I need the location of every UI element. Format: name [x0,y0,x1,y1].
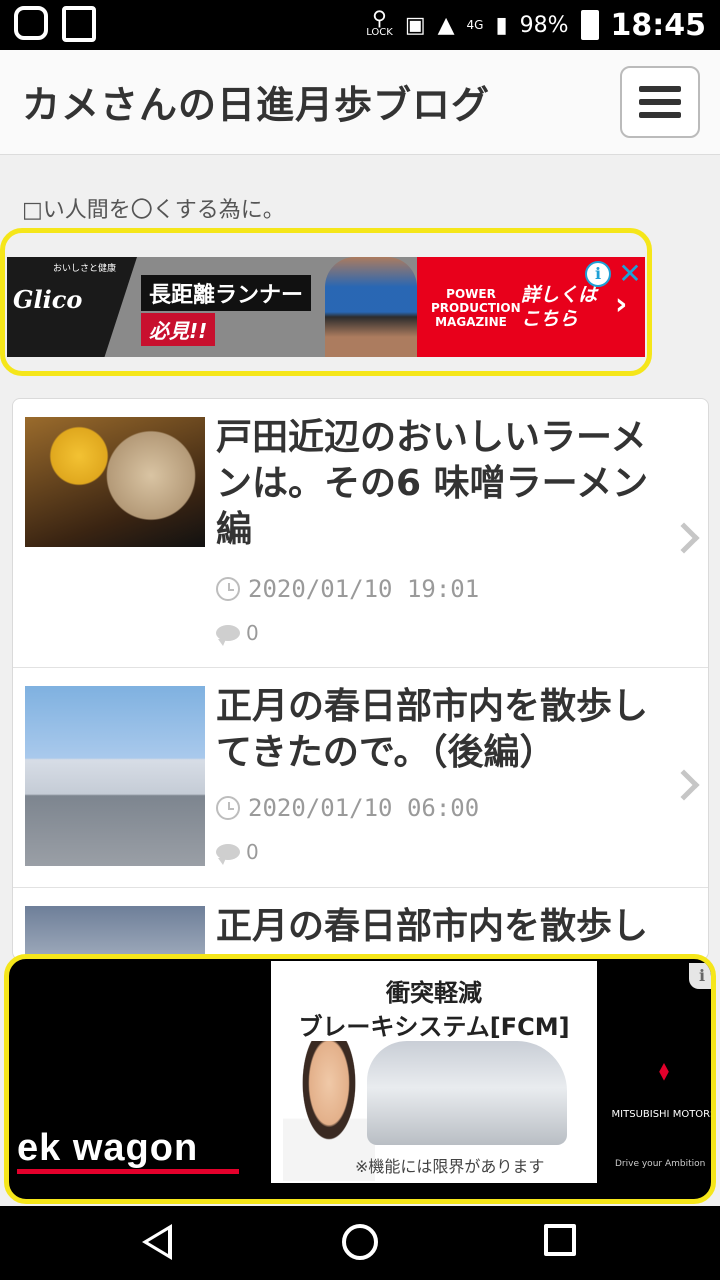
battery-icon [580,10,599,40]
clock-icon [216,577,240,601]
comment-icon [216,625,240,646]
post-date-text: 2020/01/10 06:00 [248,794,480,822]
adchoices-icon[interactable]: i [689,963,711,989]
list-item[interactable]: 正月の春日部市内を散歩してきたので。（後編） 2020/01/10 06:00 … [13,668,708,888]
lock-status: ⚲ LOCK [366,5,393,38]
post-date: 2020/01/10 06:00 [216,794,479,822]
hamburger-icon-bar [639,112,681,118]
back-icon[interactable] [142,1224,172,1260]
comment-count: 0 [246,621,259,645]
clock-icon [216,796,240,820]
chevron-right-icon [668,522,700,554]
ad-creative[interactable]: 衝突軽減 ブレーキシステム[FCM] ※機能には限界があります [271,961,597,1183]
app-notification-icon [14,6,48,40]
site-tagline: □い人間を〇くする為に。 [22,198,285,223]
ad-headline: 衝突軽減 [386,979,482,1007]
ad-brand-small: おいしさと健康 [53,264,117,274]
signal-strength-icon: ▲ [437,12,455,38]
network-label: 4G [466,18,484,32]
list-item[interactable]: 戸田近辺のおいしいラーメンは。その6 味噌ラーメン編 2020/01/10 19… [13,399,708,668]
site-title[interactable]: カメさんの日進月歩ブログ [22,74,490,129]
bars-icon: ▮ [495,12,508,38]
post-list: 戸田近辺のおいしいラーメンは。その6 味噌ラーメン編 2020/01/10 19… [12,398,709,960]
ad-accent-line [17,1169,239,1174]
status-bar: ⚲ LOCK ▣ ▲ 4G ▮ 98% 18:45 [0,0,720,50]
clock-time: 18:45 [610,7,707,43]
post-date: 2020/01/10 19:01 [216,575,479,603]
vibrate-icon: ▣ [404,12,426,38]
post-thumbnail[interactable] [25,417,205,547]
post-title[interactable]: 正月の春日部市内を散歩し [216,904,666,950]
ad-brand-logo: Glico [13,285,83,314]
post-thumbnail[interactable] [25,906,205,959]
calendar-notification-icon [62,6,96,42]
home-icon[interactable] [342,1224,378,1260]
comment-icon [216,844,240,865]
post-title[interactable]: 正月の春日部市内を散歩してきたので。（後編） [216,684,666,776]
ad-creative[interactable]: おいしさと健康 Glico 長距離ランナー 必見!! POWER PRODUCT… [7,257,645,357]
ad-subheadline: 必見!! [141,313,216,346]
mitsubishi-logo-icon [659,1063,669,1081]
ad-cta[interactable]: 詳しくは こちら [521,283,611,331]
ad-car-image [367,1041,567,1145]
close-icon[interactable]: ✕ [615,259,645,289]
site-header: カメさんの日進月歩ブログ [0,50,720,155]
hamburger-menu-button[interactable] [620,66,700,138]
ad-magazine-logo: POWER PRODUCTION MAGAZINE [431,287,521,329]
bottom-banner-ad[interactable]: ek wagon 衝突軽減 ブレーキシステム[FCM] ※機能には限界があります… [4,954,716,1204]
system-nav-bar [0,1206,720,1280]
hamburger-icon [639,86,681,92]
comment-count: 0 [246,840,259,864]
ad-subheadline: ブレーキシステム[FCM] [298,1013,570,1041]
ad-product-name: ek wagon [17,1127,199,1169]
ad-arrow-icon: › [615,287,628,322]
ad-maker-name: MITSUBISHI MOTORS [611,1109,716,1120]
post-date-text: 2020/01/10 19:01 [248,575,480,603]
post-title[interactable]: 戸田近辺のおいしいラーメンは。その6 味噌ラーメン編 [216,415,666,553]
post-comments: 0 [216,621,259,646]
ad-headline: 長距離ランナー [141,275,312,311]
battery-percent: 98% [519,12,569,38]
hamburger-icon-bar [639,99,681,105]
ad-runner-image [325,257,417,357]
top-banner-ad[interactable]: おいしさと健康 Glico 長距離ランナー 必見!! POWER PRODUCT… [0,228,652,376]
post-thumbnail[interactable] [25,686,205,866]
info-icon[interactable]: i [585,261,611,287]
recents-icon[interactable] [544,1224,576,1256]
chevron-right-icon [668,769,700,801]
ad-maker-logo: MITSUBISHI MOTORS [609,1063,716,1121]
post-comments: 0 [216,840,259,865]
ad-maker-tagline: Drive your Ambition [615,1159,706,1169]
list-item[interactable]: 正月の春日部市内を散歩し [13,888,708,959]
ad-disclaimer: ※機能には限界があります [355,1157,545,1176]
